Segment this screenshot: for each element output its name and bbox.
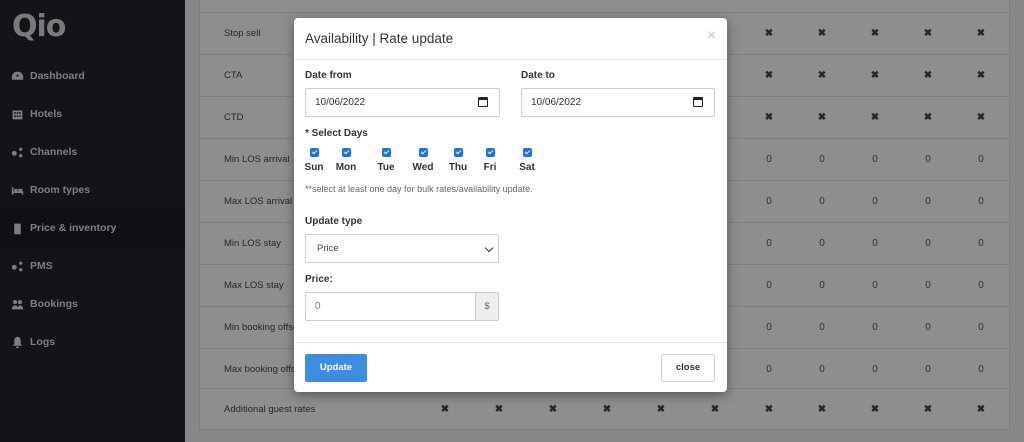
update-button[interactable]: Update (305, 354, 367, 382)
price-input[interactable]: 0 (305, 292, 475, 321)
select-days-label: * Select Days (305, 128, 368, 139)
rate-update-modal: Availability | Rate update × Date from 1… (294, 18, 727, 392)
days-hint: **select at least one day for bulk rates… (305, 184, 533, 194)
update-type-label: Update type (305, 216, 363, 227)
calendar-icon[interactable] (693, 97, 703, 107)
modal-title: Availability | Rate update (305, 31, 454, 46)
checkbox[interactable] (522, 148, 532, 157)
day-checkbox-wed[interactable]: Wed (411, 148, 435, 173)
day-checkbox-tue[interactable]: Tue (375, 148, 397, 173)
date-from-label: Date from (305, 70, 352, 81)
close-icon[interactable]: × (707, 27, 716, 45)
checkbox[interactable] (453, 148, 463, 157)
checkbox[interactable] (418, 148, 428, 157)
day-label: Thu (448, 162, 468, 173)
checkbox[interactable] (381, 148, 391, 157)
day-label: Wed (412, 162, 434, 173)
date-from-input[interactable]: 10/06/2022 (305, 88, 500, 117)
checkbox[interactable] (341, 148, 351, 157)
price-label: Price: (305, 274, 333, 285)
day-label: Sun (304, 162, 324, 173)
date-from-value: 10/06/2022 (315, 97, 366, 108)
day-checkbox-sat[interactable]: Sat (518, 148, 536, 173)
checkbox[interactable] (485, 148, 495, 157)
modal-footer-divider (294, 342, 727, 343)
close-button[interactable]: close (661, 354, 715, 382)
update-type-select[interactable]: Price (305, 234, 499, 263)
day-checkbox-sun[interactable]: Sun (303, 148, 325, 173)
date-to-input[interactable]: 10/06/2022 (521, 88, 715, 117)
modal-header: Availability | Rate update × (294, 18, 727, 60)
update-type-value: Price (317, 243, 339, 254)
day-checkbox-thu[interactable]: Thu (447, 148, 469, 173)
calendar-icon[interactable] (478, 97, 488, 107)
date-to-value: 10/06/2022 (531, 97, 582, 108)
price-placeholder: 0 (315, 301, 321, 312)
currency-addon: $ (475, 292, 499, 321)
day-label: Fri (483, 162, 497, 173)
checkbox[interactable] (309, 148, 319, 157)
day-checkbox-mon[interactable]: Mon (334, 148, 358, 173)
day-label: Tue (377, 162, 395, 173)
date-to-label: Date to (521, 70, 555, 81)
chevron-down-icon (484, 243, 494, 253)
day-label: Mon (335, 162, 357, 173)
day-label: Sat (519, 162, 535, 173)
day-checkbox-fri[interactable]: Fri (482, 148, 498, 173)
